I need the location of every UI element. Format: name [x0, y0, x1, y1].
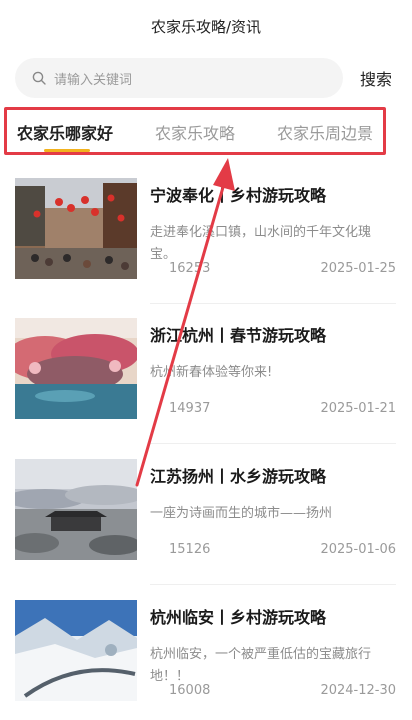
- page: 农家乐攻略/资讯 请输入关键词 搜索 农家乐哪家好 农家乐攻略 农家乐周边景 宁…: [0, 0, 412, 720]
- tab-bar: 农家乐哪家好 农家乐攻略 农家乐周边景: [4, 107, 386, 155]
- article-views: 15126: [169, 542, 211, 557]
- article-card[interactable]: 宁波奉化丨乡村游玩攻略 走进奉化溪口镇，山水间的千年文化瑰宝。 16253 20…: [0, 166, 412, 306]
- article-views: 16008: [169, 683, 211, 698]
- article-date: 2025-01-06: [320, 542, 396, 557]
- tab-nongjiale-nearby[interactable]: 农家乐周边景: [277, 120, 373, 144]
- page-title: 农家乐攻略/资讯: [150, 17, 262, 36]
- article-title: 江苏扬州丨水乡游玩攻略: [150, 467, 327, 486]
- article-date: 2025-01-25: [320, 261, 396, 276]
- divider: [150, 443, 396, 444]
- search-button[interactable]: 搜索: [360, 66, 392, 90]
- divider: [150, 303, 396, 304]
- search-placeholder: 请输入关键词: [54, 72, 133, 88]
- article-thumbnail: [15, 178, 137, 279]
- article-desc: 杭州新春体验等你来!: [150, 365, 273, 380]
- article-date: 2025-01-21: [320, 401, 396, 416]
- article-thumbnail: [15, 600, 137, 701]
- tab-nongjiale-which[interactable]: 农家乐哪家好: [17, 120, 113, 144]
- search-input[interactable]: 请输入关键词: [15, 58, 343, 98]
- article-desc: 走进奉化溪口镇，山水间的千年文化瑰宝。: [150, 225, 372, 262]
- divider: [150, 584, 396, 585]
- article-views: 14937: [169, 401, 211, 416]
- search-icon: [32, 71, 46, 85]
- article-thumbnail: [15, 318, 137, 419]
- article-thumbnail: [15, 459, 137, 560]
- article-card[interactable]: 浙江杭州丨春节游玩攻略 杭州新春体验等你来! 14937 2025-01-21: [0, 306, 412, 446]
- article-views: 16253: [169, 261, 211, 276]
- article-date: 2024-12-30: [320, 683, 396, 698]
- article-desc: 杭州临安，一个被严重低估的宝藏旅行地！！: [150, 647, 372, 684]
- article-card[interactable]: 江苏扬州丨水乡游玩攻略 一座为诗画而生的城市——扬州 15126 2025-01…: [0, 447, 412, 587]
- active-tab-indicator: [44, 149, 90, 152]
- article-card[interactable]: 杭州临安丨乡村游玩攻略 杭州临安，一个被严重低估的宝藏旅行地！！ 16008 2…: [0, 588, 412, 720]
- tab-nongjiale-guide[interactable]: 农家乐攻略: [155, 120, 235, 144]
- article-title: 浙江杭州丨春节游玩攻略: [150, 326, 327, 345]
- article-desc: 一座为诗画而生的城市——扬州: [150, 506, 333, 521]
- article-title: 杭州临安丨乡村游玩攻略: [150, 608, 327, 627]
- article-title: 宁波奉化丨乡村游玩攻略: [150, 186, 327, 205]
- search-row: 请输入关键词 搜索: [0, 58, 412, 100]
